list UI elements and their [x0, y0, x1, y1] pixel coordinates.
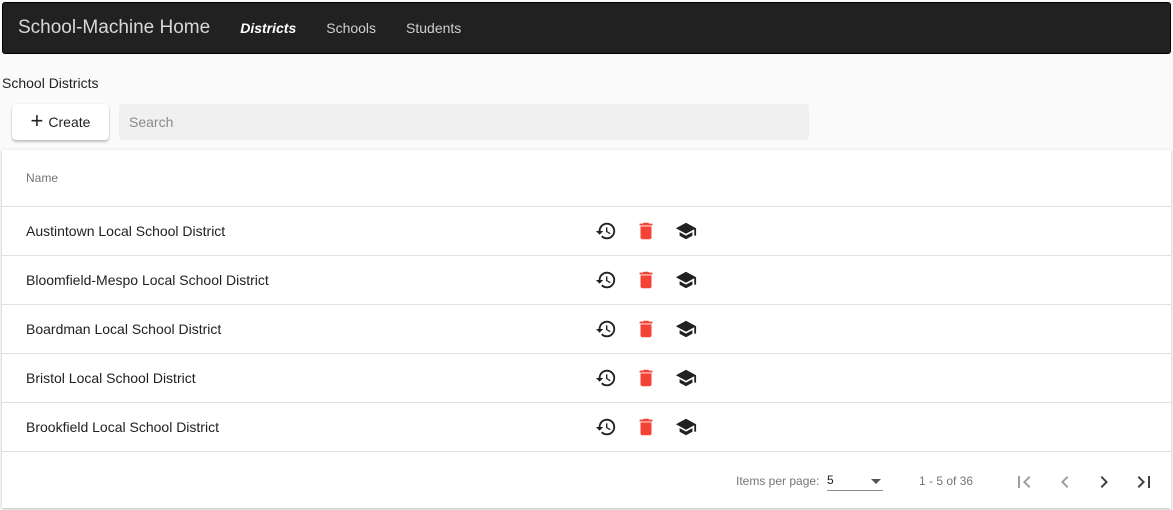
- history-icon[interactable]: [595, 220, 617, 242]
- search-input[interactable]: [119, 104, 809, 140]
- school-icon[interactable]: [675, 220, 697, 242]
- page-range-label: 1 - 5 of 36: [919, 474, 974, 488]
- school-icon[interactable]: [675, 367, 697, 389]
- history-icon[interactable]: [595, 269, 617, 291]
- create-button-label: Create: [48, 114, 91, 130]
- history-icon[interactable]: [595, 367, 617, 389]
- school-icon[interactable]: [675, 318, 697, 340]
- school-icon[interactable]: [675, 416, 697, 438]
- district-name: Boardman Local School District: [26, 321, 222, 337]
- first-page-button[interactable]: [1012, 470, 1036, 494]
- next-page-button[interactable]: [1092, 470, 1116, 494]
- create-button[interactable]: + Create: [12, 104, 109, 140]
- paginator: Items per page: 5 1 - 5 of 36: [2, 452, 1171, 508]
- table-row: Bristol Local School District: [2, 354, 1171, 403]
- top-navbar: School-Machine Home Districts Schools St…: [2, 2, 1171, 54]
- row-actions: [595, 269, 715, 291]
- previous-page-button[interactable]: [1053, 470, 1077, 494]
- district-name: Bloomfield-Mespo Local School District: [26, 272, 269, 288]
- first-page-icon: [1018, 476, 1031, 488]
- nav-link-districts[interactable]: Districts: [240, 20, 296, 36]
- row-actions: [595, 416, 715, 438]
- history-icon[interactable]: [595, 416, 617, 438]
- dropdown-arrow-icon: [871, 479, 881, 484]
- district-name: Austintown Local School District: [26, 223, 226, 239]
- plus-icon: +: [30, 108, 44, 133]
- district-name: Bristol Local School District: [26, 370, 196, 386]
- column-header-name[interactable]: Name: [26, 171, 58, 185]
- table-header-row: Name: [2, 150, 1171, 207]
- nav-link-schools[interactable]: Schools: [326, 20, 376, 36]
- school-icon[interactable]: [675, 269, 697, 291]
- delete-icon[interactable]: [635, 367, 657, 389]
- table-row: Brookfield Local School District: [2, 403, 1171, 452]
- items-per-page-select[interactable]: 5: [827, 469, 883, 491]
- row-actions: [595, 318, 715, 340]
- delete-icon[interactable]: [635, 416, 657, 438]
- page-title: School Districts: [2, 75, 99, 91]
- table-row: Austintown Local School District: [2, 207, 1171, 256]
- delete-icon[interactable]: [635, 318, 657, 340]
- nav-link-students[interactable]: Students: [406, 20, 461, 36]
- last-page-icon: [1137, 476, 1150, 488]
- table-row: Bloomfield-Mespo Local School District: [2, 256, 1171, 305]
- history-icon[interactable]: [595, 318, 617, 340]
- row-actions: [595, 367, 715, 389]
- items-per-page-label: Items per page:: [736, 474, 820, 488]
- items-per-page-value: 5: [827, 473, 834, 487]
- delete-icon[interactable]: [635, 269, 657, 291]
- chevron-right-icon: [1100, 476, 1108, 488]
- last-page-button[interactable]: [1132, 470, 1156, 494]
- row-actions: [595, 220, 715, 242]
- districts-table: Name Austintown Local School District Blo…: [2, 150, 1171, 508]
- district-name: Brookfield Local School District: [26, 419, 219, 435]
- chevron-left-icon: [1061, 476, 1069, 488]
- brand-link[interactable]: School-Machine Home: [18, 17, 210, 39]
- delete-icon[interactable]: [635, 220, 657, 242]
- table-row: Boardman Local School District: [2, 305, 1171, 354]
